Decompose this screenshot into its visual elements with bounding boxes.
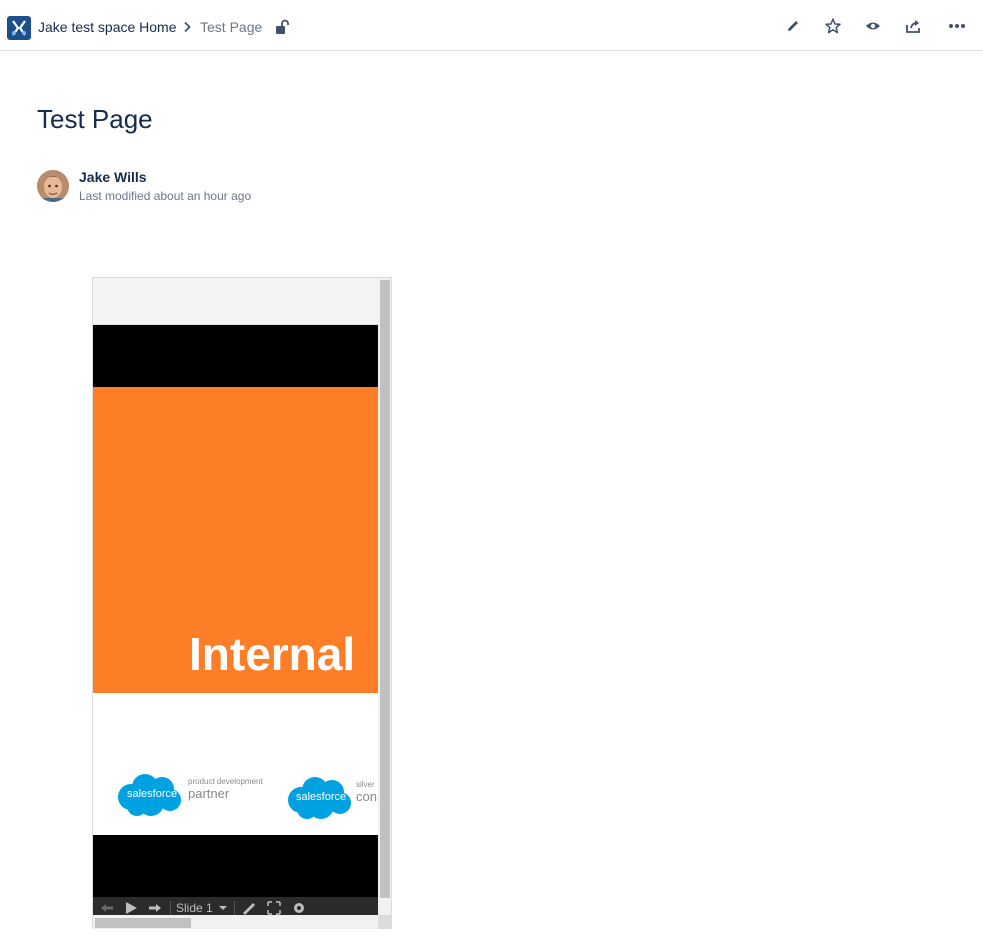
- partner-badge-subtitle: silver: [356, 780, 375, 789]
- slide-banner: Internal: [93, 387, 378, 693]
- author-avatar[interactable]: [37, 170, 69, 202]
- salesforce-logo-text: salesforce: [296, 791, 347, 803]
- vertical-scrollbar[interactable]: [378, 278, 391, 917]
- pencil-icon: [788, 21, 798, 31]
- partner-badge-subtitle: product development: [188, 777, 263, 786]
- salesforce-logo-text: salesforce: [127, 788, 178, 800]
- slide-letterbox-top: [93, 325, 378, 387]
- next-slide-icon[interactable]: [147, 901, 163, 915]
- top-bar: Jake test space Home Test Page: [0, 0, 983, 51]
- slide-logos-area: salesforce product development partner s…: [93, 693, 378, 835]
- gear-icon[interactable]: [292, 901, 306, 915]
- breadcrumb-space-home[interactable]: Jake test space Home: [38, 19, 177, 36]
- controls-divider: [234, 901, 235, 915]
- unlock-icon[interactable]: [275, 19, 289, 35]
- star-icon: [825, 18, 841, 34]
- breadcrumb-current-page[interactable]: Test Page: [200, 19, 262, 36]
- share-button[interactable]: [901, 14, 925, 38]
- edit-button[interactable]: [781, 14, 805, 38]
- page-title: Test Page: [37, 104, 153, 134]
- eye-icon: [866, 22, 880, 30]
- slide-controls: Slide 1: [93, 897, 378, 917]
- embed-header: [93, 278, 378, 325]
- play-icon[interactable]: [124, 901, 138, 915]
- slide-letterbox-bottom: [93, 835, 378, 897]
- more-icon: [949, 24, 965, 28]
- horizontal-scrollbar[interactable]: [93, 915, 378, 929]
- undo-icon[interactable]: [99, 901, 115, 915]
- chevron-down-icon[interactable]: [218, 901, 228, 915]
- more-actions-button[interactable]: [945, 14, 969, 38]
- last-modified-text[interactable]: Last modified about an hour ago: [79, 189, 251, 204]
- partner-badge-title: partner: [188, 786, 230, 801]
- share-icon: [906, 20, 920, 33]
- watch-button[interactable]: [861, 14, 885, 38]
- vertical-scrollbar-thumb[interactable]: [380, 280, 390, 898]
- scrollbar-corner: [378, 915, 391, 929]
- partner-badge-title: con: [356, 789, 377, 804]
- fullscreen-icon[interactable]: [267, 901, 281, 915]
- embedded-presentation[interactable]: Internal salesforce product development …: [92, 277, 392, 929]
- author-name[interactable]: Jake Wills: [79, 169, 147, 186]
- slide-title: Internal: [189, 628, 356, 680]
- space-logo-icon[interactable]: [7, 16, 31, 40]
- chevron-right-icon: [184, 21, 191, 33]
- pen-tool-icon[interactable]: [241, 901, 257, 915]
- controls-divider: [170, 901, 171, 915]
- slide-selector[interactable]: Slide 1: [176, 901, 213, 915]
- star-button[interactable]: [821, 14, 845, 38]
- horizontal-scrollbar-thumb[interactable]: [95, 918, 191, 928]
